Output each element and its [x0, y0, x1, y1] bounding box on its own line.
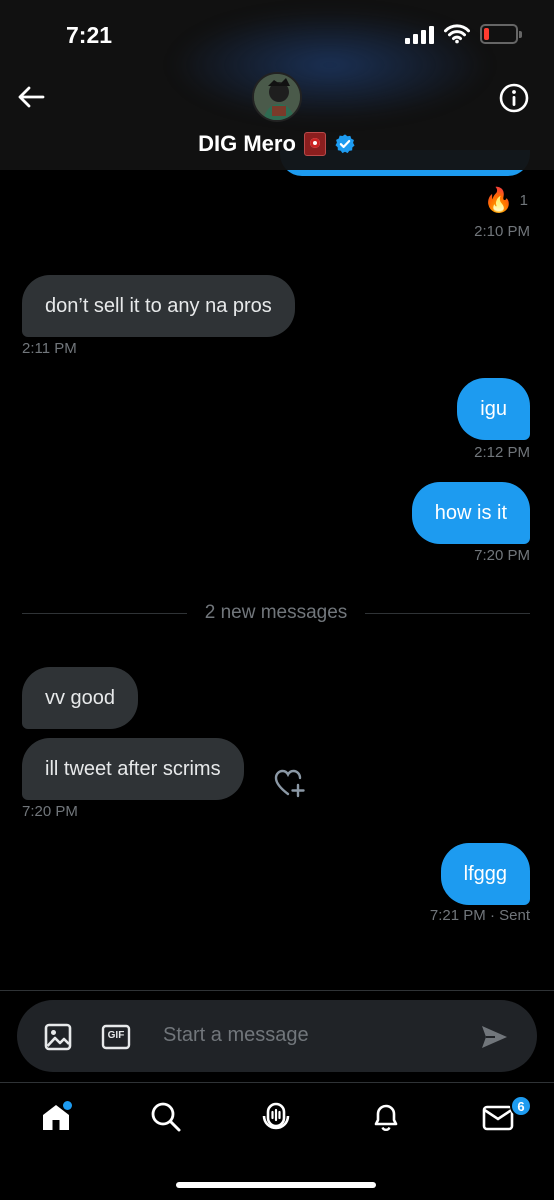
image-button[interactable] — [43, 1022, 73, 1052]
tab-spaces[interactable] — [258, 1099, 294, 1135]
contact-name: DIG Mero — [198, 131, 296, 156]
messages-badge: 6 — [510, 1095, 532, 1117]
message-timestamp: 2:11 PM — [22, 340, 77, 357]
gif-label: GIF — [107, 1030, 125, 1041]
add-reaction-button[interactable] — [274, 768, 306, 798]
tab-search[interactable] — [148, 1099, 184, 1135]
message-bubble-sent[interactable]: lfggg — [440, 843, 530, 905]
divider-line — [365, 612, 531, 614]
tab-home[interactable] — [38, 1099, 74, 1135]
message-bubble-sent[interactable]: how is it — [411, 482, 530, 544]
send-icon — [482, 1026, 507, 1048]
message-input[interactable]: Start a message — [163, 1024, 309, 1047]
message-bubble-received[interactable]: ill tweet after scrims — [22, 738, 244, 800]
info-icon — [499, 83, 529, 113]
sent-status: · Sent — [489, 907, 530, 924]
message-timestamp: 7:20 PM — [22, 803, 78, 820]
search-icon — [151, 1102, 181, 1132]
message-bubble-received[interactable]: don’t sell it to any na pros — [22, 275, 295, 337]
fire-reaction-icon: 🔥 — [483, 187, 514, 214]
info-button[interactable] — [498, 82, 530, 114]
composer-area: GIF Start a message — [0, 990, 554, 1082]
back-arrow-icon — [18, 86, 45, 108]
message-timestamp: 7:21 PM — [429, 907, 486, 924]
message-bubble-sent[interactable]: igu — [457, 378, 530, 440]
battery-icon — [480, 24, 522, 44]
message-timestamp: 7:20 PM — [474, 547, 530, 564]
message-composer[interactable]: GIF Start a message — [17, 1000, 537, 1072]
status-time: 7:21 — [66, 22, 113, 48]
new-messages-divider: 2 new messages — [22, 600, 531, 626]
verified-badge-icon — [335, 134, 355, 154]
message-reaction[interactable]: 🔥 1 — [484, 186, 528, 215]
wifi-icon — [444, 24, 470, 44]
image-icon — [44, 1023, 72, 1051]
message-timestamp: 2:12 PM — [474, 444, 530, 461]
status-icons — [405, 24, 522, 44]
message-status-line: 7:21 PM · Sent — [430, 907, 530, 924]
bell-icon — [374, 1104, 398, 1131]
reaction-count: 1 — [519, 192, 528, 209]
spaces-microphone-icon — [262, 1102, 290, 1130]
bottom-tab-bar: 6 — [0, 1082, 554, 1200]
send-button[interactable] — [479, 1022, 509, 1052]
back-button[interactable] — [14, 80, 48, 114]
contact-name-row[interactable]: DIG Mero — [0, 131, 554, 157]
home-notification-dot — [63, 1101, 72, 1110]
heart-plus-icon — [274, 769, 305, 798]
status-bar: 7:21 — [0, 0, 554, 72]
home-indicator — [176, 1182, 376, 1188]
new-messages-label: 2 new messages — [204, 602, 348, 623]
gif-button[interactable]: GIF — [101, 1022, 131, 1052]
divider-line — [22, 612, 187, 614]
message-bubble-received[interactable]: vv good — [22, 667, 139, 729]
message-timestamp: 2:10 PM — [474, 223, 530, 240]
avatar[interactable] — [252, 72, 302, 122]
hanafuda-emoji-icon — [303, 132, 326, 156]
tab-notifications[interactable] — [368, 1099, 404, 1135]
cellular-signal-icon — [405, 24, 434, 44]
